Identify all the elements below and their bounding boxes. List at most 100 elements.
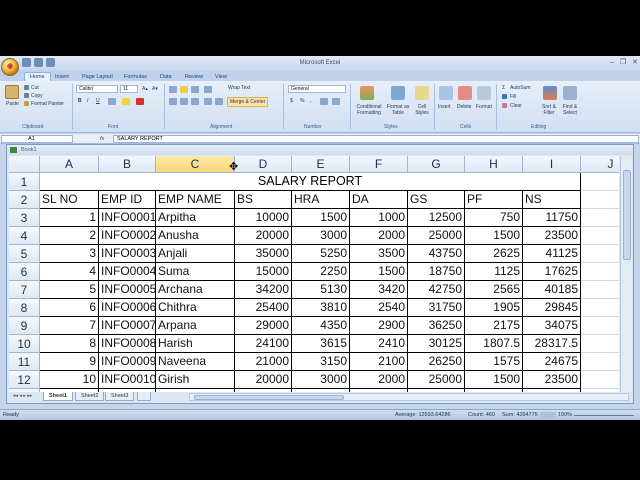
- paste-label[interactable]: Paste: [6, 101, 19, 107]
- sheet-tab-3[interactable]: Sheet3: [105, 392, 135, 401]
- sheet-tab-1[interactable]: Sheet1: [43, 392, 74, 401]
- table-data-cell[interactable]: 35000: [235, 245, 292, 263]
- restore-button[interactable]: ❐: [620, 57, 626, 69]
- table-data-cell[interactable]: INFO0009: [99, 353, 156, 371]
- table-data-cell[interactable]: 17625: [523, 263, 581, 281]
- name-box[interactable]: A1: [1, 135, 73, 143]
- table-data-cell[interactable]: 1500: [465, 227, 523, 245]
- table-data-cell[interactable]: Suma: [156, 263, 235, 281]
- find-select-icon[interactable]: [563, 86, 577, 100]
- row-header[interactable]: 12: [9, 371, 40, 389]
- redo-icon[interactable]: [46, 58, 55, 67]
- table-data-cell[interactable]: 3615: [292, 335, 350, 353]
- grid-cell[interactable]: [581, 245, 619, 263]
- table-data-cell[interactable]: Archana: [156, 281, 235, 299]
- grid-cell[interactable]: [581, 317, 619, 335]
- insert-cells-button[interactable]: Insert: [438, 104, 451, 110]
- grid-cell[interactable]: [581, 209, 619, 227]
- table-data-cell[interactable]: 2: [40, 227, 99, 245]
- grid-cell[interactable]: [581, 335, 619, 353]
- table-data-cell[interactable]: Arpitha: [156, 209, 235, 227]
- vertical-scroll-thumb[interactable]: [623, 170, 631, 260]
- table-data-cell[interactable]: 1: [40, 209, 99, 227]
- table-data-cell[interactable]: 3500: [350, 245, 408, 263]
- align-center-icon[interactable]: [180, 98, 188, 105]
- table-data-cell[interactable]: 1500: [292, 209, 350, 227]
- table-data-cell[interactable]: 24100: [235, 335, 292, 353]
- table-data-cell[interactable]: 10000: [235, 209, 292, 227]
- table-data-cell[interactable]: 26250: [408, 353, 465, 371]
- grid-cell[interactable]: [581, 173, 619, 191]
- table-data-cell[interactable]: 28317.5: [523, 335, 581, 353]
- copy-icon[interactable]: [24, 93, 29, 98]
- table-data-cell[interactable]: 3000: [292, 227, 350, 245]
- column-header[interactable]: A: [40, 156, 99, 173]
- grid-cell[interactable]: [581, 353, 619, 371]
- table-data-cell[interactable]: 10: [40, 371, 99, 389]
- table-data-cell[interactable]: INFO0002: [99, 227, 156, 245]
- table-data-cell[interactable]: 12500: [408, 209, 465, 227]
- decrease-indent-icon[interactable]: [204, 98, 212, 105]
- view-buttons-icon[interactable]: [540, 412, 556, 418]
- column-header[interactable]: F: [350, 156, 408, 173]
- grid-cell[interactable]: [581, 281, 619, 299]
- table-data-cell[interactable]: 2100: [350, 353, 408, 371]
- table-data-cell[interactable]: INFO0006: [99, 299, 156, 317]
- insert-cells-icon[interactable]: [439, 86, 453, 100]
- row-header[interactable]: 2: [9, 191, 40, 209]
- grid-cell[interactable]: [581, 299, 619, 317]
- table-data-cell[interactable]: 4350: [292, 317, 350, 335]
- table-data-cell[interactable]: 30125: [408, 335, 465, 353]
- clear-button[interactable]: Clear: [510, 103, 522, 109]
- table-data-cell[interactable]: 2540: [350, 299, 408, 317]
- conditional-formatting-icon[interactable]: [360, 86, 374, 100]
- table-data-cell[interactable]: Chithra: [156, 299, 235, 317]
- fill-color-icon[interactable]: [122, 98, 130, 105]
- table-data-cell[interactable]: INFO0010: [99, 371, 156, 389]
- table-data-cell[interactable]: 23500: [523, 371, 581, 389]
- cell-styles-icon[interactable]: [415, 86, 429, 100]
- table-data-cell[interactable]: INFO0008: [99, 335, 156, 353]
- table-data-cell[interactable]: 2000: [350, 227, 408, 245]
- table-data-cell[interactable]: 3: [40, 245, 99, 263]
- undo-icon[interactable]: [34, 58, 43, 67]
- format-as-table-icon[interactable]: [391, 86, 405, 100]
- column-header[interactable]: B: [99, 156, 156, 173]
- table-data-cell[interactable]: 36250: [408, 317, 465, 335]
- grow-font-icon[interactable]: A▴: [142, 86, 148, 92]
- table-data-cell[interactable]: 1500: [350, 263, 408, 281]
- horizontal-scrollbar[interactable]: [189, 393, 629, 401]
- table-data-cell[interactable]: 7: [40, 317, 99, 335]
- table-data-cell[interactable]: 23500: [523, 227, 581, 245]
- italic-button[interactable]: I: [87, 98, 88, 104]
- table-data-cell[interactable]: 4: [40, 263, 99, 281]
- table-data-cell[interactable]: 2565: [465, 281, 523, 299]
- clear-icon[interactable]: [502, 103, 507, 108]
- minimize-button[interactable]: –: [610, 57, 614, 69]
- table-data-cell[interactable]: 2625: [465, 245, 523, 263]
- table-data-cell[interactable]: 34075: [523, 317, 581, 335]
- number-format-select[interactable]: General: [288, 85, 346, 93]
- table-data-cell[interactable]: 11750: [523, 209, 581, 227]
- zoom-slider[interactable]: [574, 415, 634, 416]
- row-header[interactable]: 6: [9, 263, 40, 281]
- table-data-cell[interactable]: 1125: [465, 263, 523, 281]
- table-data-cell[interactable]: 25000: [408, 371, 465, 389]
- table-data-cell[interactable]: 8: [40, 335, 99, 353]
- table-data-cell[interactable]: 2900: [350, 317, 408, 335]
- font-name-select[interactable]: Calibri: [76, 85, 118, 93]
- underline-button[interactable]: U: [96, 98, 100, 104]
- table-data-cell[interactable]: 3000: [292, 371, 350, 389]
- table-data-cell[interactable]: 5: [40, 281, 99, 299]
- table-data-cell[interactable]: 29845: [523, 299, 581, 317]
- sigma-icon[interactable]: Σ: [502, 85, 505, 91]
- column-header[interactable]: H: [465, 156, 523, 173]
- table-data-cell[interactable]: 2000: [350, 371, 408, 389]
- table-data-cell[interactable]: Girish: [156, 371, 235, 389]
- autosum-button[interactable]: AutoSum: [510, 85, 531, 91]
- table-data-cell[interactable]: 43750: [408, 245, 465, 263]
- table-data-cell[interactable]: 31750: [408, 299, 465, 317]
- column-header[interactable]: G: [408, 156, 465, 173]
- table-data-cell[interactable]: 1575: [465, 353, 523, 371]
- table-data-cell[interactable]: 1807.5: [465, 335, 523, 353]
